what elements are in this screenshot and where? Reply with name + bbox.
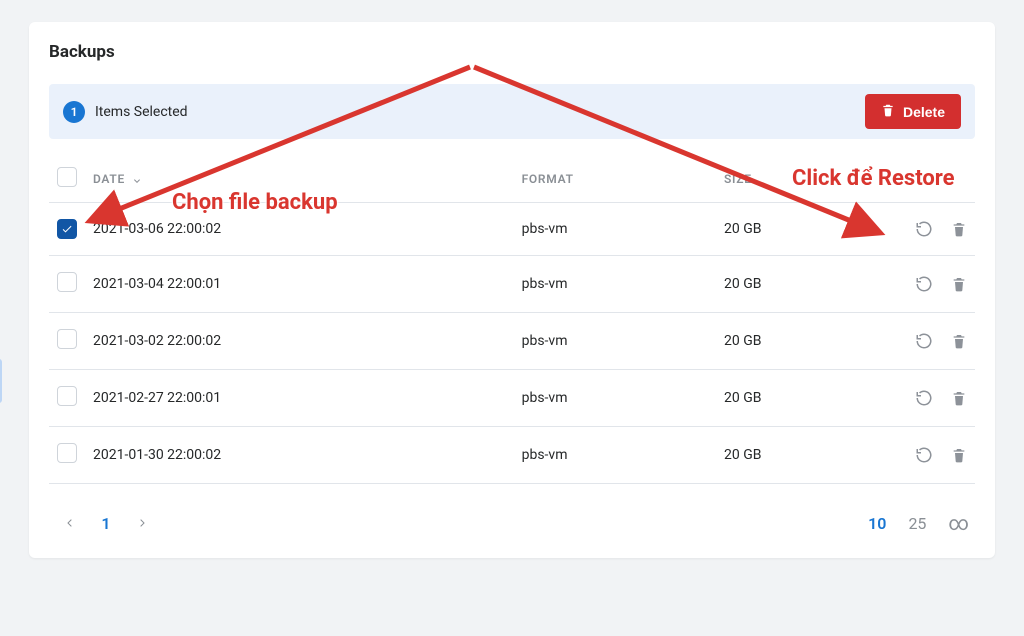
page-size-option[interactable]: 10	[868, 514, 886, 533]
cell-date: 2021-03-06 22:00:02	[85, 203, 514, 256]
backups-table: DATE FORMAT SIZE 2021-03-06 22:00:02pbs-…	[49, 157, 975, 484]
restore-icon[interactable]	[915, 446, 933, 464]
table-row: 2021-03-04 22:00:01pbs-vm20 GB	[49, 256, 975, 313]
select-all-checkbox[interactable]	[57, 167, 77, 187]
selected-label: Items Selected	[95, 104, 188, 120]
cell-size: 20 GB	[716, 370, 875, 427]
trash-icon	[881, 103, 895, 120]
restore-icon[interactable]	[915, 220, 933, 238]
table-row: 2021-01-30 22:00:02pbs-vm20 GB	[49, 427, 975, 484]
cell-size: 20 GB	[716, 427, 875, 484]
col-format-header[interactable]: FORMAT	[514, 157, 716, 203]
cell-date: 2021-02-27 22:00:01	[85, 370, 514, 427]
table-row: 2021-03-02 22:00:02pbs-vm20 GB	[49, 313, 975, 370]
backups-panel: Backups 1 Items Selected Delete	[29, 22, 995, 558]
pagination-bar: 1 10 25 ∞	[49, 504, 975, 538]
selection-bar: 1 Items Selected Delete	[49, 84, 975, 139]
cell-size: 20 GB	[716, 256, 875, 313]
next-page-button[interactable]	[127, 508, 157, 538]
cell-format: pbs-vm	[514, 427, 716, 484]
selected-count-badge: 1	[63, 101, 85, 123]
cell-date: 2021-03-04 22:00:01	[85, 256, 514, 313]
page-number[interactable]: 1	[91, 508, 121, 538]
cell-format: pbs-vm	[514, 256, 716, 313]
cell-date: 2021-03-02 22:00:02	[85, 313, 514, 370]
restore-icon[interactable]	[915, 332, 933, 350]
delete-icon[interactable]	[951, 333, 967, 349]
restore-icon[interactable]	[915, 275, 933, 293]
col-date-header[interactable]: DATE	[93, 172, 125, 186]
col-size-header[interactable]: SIZE	[716, 157, 875, 203]
delete-selected-label: Delete	[903, 104, 945, 120]
row-checkbox[interactable]	[57, 443, 77, 463]
cell-format: pbs-vm	[514, 370, 716, 427]
row-checkbox[interactable]	[57, 272, 77, 292]
row-checkbox[interactable]	[57, 329, 77, 349]
table-row: 2021-03-06 22:00:02pbs-vm20 GB	[49, 203, 975, 256]
sort-down-icon	[131, 173, 143, 185]
delete-icon[interactable]	[951, 276, 967, 292]
prev-page-button[interactable]	[55, 508, 85, 538]
cell-date: 2021-01-30 22:00:02	[85, 427, 514, 484]
delete-icon[interactable]	[951, 390, 967, 406]
table-row: 2021-02-27 22:00:01pbs-vm20 GB	[49, 370, 975, 427]
page-size-option[interactable]: ∞	[948, 513, 969, 533]
page-size-option[interactable]: 25	[908, 514, 926, 533]
row-checkbox[interactable]	[57, 219, 77, 239]
cell-format: pbs-vm	[514, 313, 716, 370]
cell-size: 20 GB	[716, 313, 875, 370]
cell-size: 20 GB	[716, 203, 875, 256]
page-title: Backups	[49, 42, 975, 62]
cell-format: pbs-vm	[514, 203, 716, 256]
side-handle	[0, 359, 2, 403]
delete-icon[interactable]	[951, 447, 967, 463]
row-checkbox[interactable]	[57, 386, 77, 406]
delete-icon[interactable]	[951, 221, 967, 237]
restore-icon[interactable]	[915, 389, 933, 407]
delete-selected-button[interactable]: Delete	[865, 94, 961, 129]
